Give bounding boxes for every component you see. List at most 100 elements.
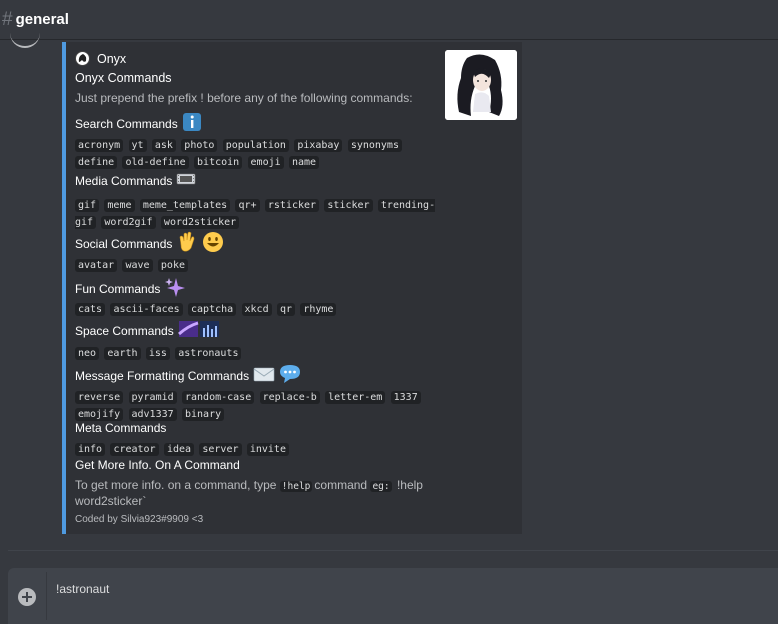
more-info-text-3: !help bbox=[396, 478, 423, 492]
command-chip: ascii-faces bbox=[110, 303, 183, 316]
field-more-info-label: Get More Info. On A Command bbox=[75, 458, 240, 472]
field-meta-commands: info creator idea server invite bbox=[75, 441, 445, 458]
command-chip: poke bbox=[157, 259, 188, 272]
command-chip: wave bbox=[122, 259, 153, 272]
command-chip: ask bbox=[151, 139, 176, 152]
command-chip: name bbox=[288, 155, 320, 169]
command-chip: info bbox=[75, 443, 106, 456]
more-info-code-eg: eg: bbox=[370, 481, 392, 492]
command-chip: astronauts bbox=[175, 347, 242, 360]
embed-description: Just prepend the prefix ! before any of … bbox=[75, 91, 413, 105]
field-social-label: Social Commands bbox=[75, 236, 173, 251]
info-icon bbox=[182, 113, 202, 134]
command-chip: emoji bbox=[247, 155, 284, 169]
more-info-text-1: To get more info. on a command, type bbox=[75, 478, 277, 492]
command-chip: iss bbox=[145, 347, 170, 360]
command-chip: population bbox=[222, 139, 289, 152]
field-fun-name: Fun Commands bbox=[75, 276, 186, 301]
plus-icon bbox=[22, 592, 32, 602]
field-more-info-name: Get More Info. On A Command bbox=[75, 458, 240, 472]
command-chip: word2sticker bbox=[160, 215, 240, 229]
command-chip: word2gif bbox=[101, 215, 156, 229]
field-space-label: Space Commands bbox=[75, 323, 174, 338]
speech-balloon-icon bbox=[279, 364, 301, 387]
field-formatting-commands: reverse pyramid random-case replace-b le… bbox=[75, 389, 445, 422]
field-search-commands: acronym yt ask photo population pixabay … bbox=[75, 137, 445, 170]
command-chip: synonyms bbox=[347, 139, 402, 152]
field-meta-label: Meta Commands bbox=[75, 421, 167, 435]
field-media-name: Media Commands bbox=[75, 173, 196, 188]
command-chip: bitcoin bbox=[194, 155, 243, 169]
command-chip: creator bbox=[110, 443, 159, 456]
message-input[interactable]: !astronaut bbox=[56, 582, 109, 596]
field-meta-name: Meta Commands bbox=[75, 421, 166, 435]
field-fun-label: Fun Commands bbox=[75, 281, 161, 296]
command-chip: avatar bbox=[75, 259, 118, 272]
command-chip: invite bbox=[246, 443, 289, 456]
message-composer[interactable]: !astronaut bbox=[8, 568, 778, 624]
command-chip: sticker bbox=[324, 199, 373, 212]
command-chip: xkcd bbox=[241, 303, 272, 316]
command-chip: letter-em bbox=[325, 391, 386, 404]
field-space-name: Space Commands bbox=[75, 320, 220, 341]
sparkles-icon bbox=[164, 276, 186, 301]
field-formatting-label: Message Formatting Commands bbox=[75, 368, 250, 383]
command-chip: pixabay bbox=[294, 139, 343, 152]
embed-thumbnail[interactable] bbox=[445, 50, 517, 120]
command-chip: qr+ bbox=[235, 199, 260, 212]
field-social-commands: avatar wave poke bbox=[75, 257, 445, 274]
command-chip: rhyme bbox=[300, 303, 337, 316]
command-chip: qr bbox=[276, 303, 295, 316]
field-space-commands: neo earth iss astronauts bbox=[75, 345, 445, 362]
channel-header: # general bbox=[0, 0, 778, 40]
command-chip: captcha bbox=[188, 303, 237, 316]
field-more-info-text: To get more info. on a command, type !he… bbox=[75, 478, 435, 509]
messages-divider bbox=[8, 550, 778, 551]
command-chip: earth bbox=[104, 347, 141, 360]
command-chip: binary bbox=[182, 407, 225, 421]
command-chip: idea bbox=[163, 443, 195, 456]
command-chip: define bbox=[75, 155, 118, 169]
command-chip: rsticker bbox=[264, 199, 320, 212]
command-chip: emojify bbox=[75, 407, 124, 421]
add-attachment-button[interactable] bbox=[18, 588, 36, 606]
command-chip: yt bbox=[128, 139, 147, 152]
command-chip: meme bbox=[104, 199, 135, 212]
more-info-text-2: command bbox=[314, 478, 368, 492]
command-chip: pyramid bbox=[128, 391, 177, 404]
composer-separator bbox=[46, 572, 47, 620]
film-icon bbox=[176, 173, 196, 188]
command-chip: server bbox=[199, 443, 242, 456]
more-info-code-help: !help bbox=[279, 481, 313, 492]
embed-author-name: Onyx bbox=[97, 51, 127, 66]
field-formatting-name: Message Formatting Commands bbox=[75, 364, 301, 387]
command-chip: replace-b bbox=[259, 391, 320, 404]
help-embed: Onyx Onyx Commands Just prepend the pref… bbox=[62, 42, 522, 534]
more-info-text-4: word2sticker` bbox=[75, 494, 147, 508]
embed-title: Onyx Commands bbox=[75, 71, 172, 85]
field-social-name: Social Commands bbox=[75, 231, 224, 256]
embed-author: Onyx bbox=[75, 51, 126, 66]
wave-icon bbox=[176, 231, 198, 256]
command-chip: acronym bbox=[75, 139, 124, 152]
bot-avatar[interactable] bbox=[10, 22, 40, 48]
field-search-label: Search Commands bbox=[75, 116, 178, 131]
command-chip: 1337 bbox=[390, 391, 421, 404]
command-chip: gif bbox=[75, 199, 100, 212]
command-chip: cats bbox=[75, 303, 106, 316]
command-chip: meme_templates bbox=[139, 199, 231, 212]
field-media-commands: gif meme meme_templates qr+ rsticker sti… bbox=[75, 197, 445, 230]
command-chip: reverse bbox=[75, 391, 124, 404]
command-chip: neo bbox=[75, 347, 100, 360]
envelope-icon bbox=[253, 366, 275, 385]
command-chip: random-case bbox=[182, 391, 255, 404]
onyx-author-icon bbox=[75, 51, 90, 66]
command-chip: adv1337 bbox=[128, 407, 177, 421]
galaxy-icon bbox=[177, 320, 220, 341]
smile-icon bbox=[202, 231, 224, 256]
command-chip: old-define bbox=[122, 155, 189, 169]
field-fun-commands: cats ascii-faces captcha xkcd qr rhyme bbox=[75, 301, 445, 318]
field-media-label: Media Commands bbox=[75, 173, 173, 188]
field-search-name: Search Commands bbox=[75, 113, 202, 134]
embed-footer: Coded by Silvia923#9909 <3 bbox=[75, 514, 204, 525]
